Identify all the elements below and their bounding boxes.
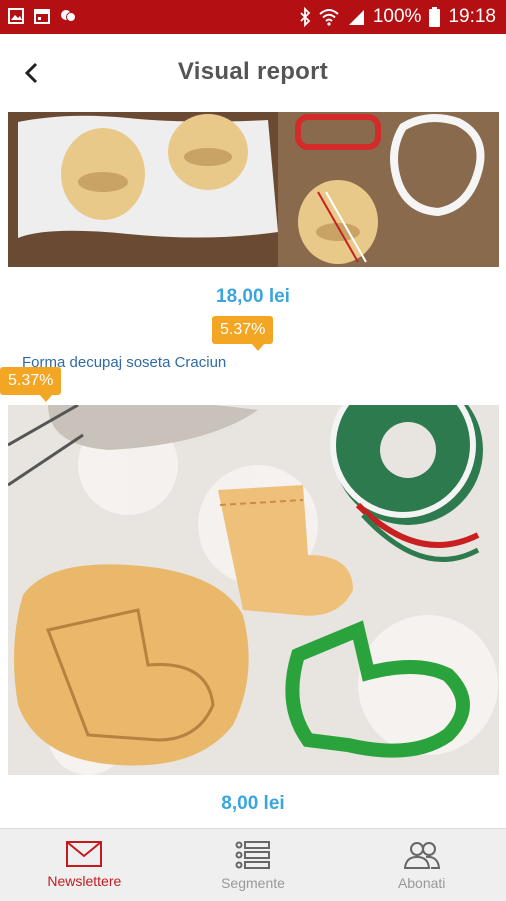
bottom-navigation: Newslettere Segmente Abonati [0, 828, 506, 901]
app-bar: Visual report [0, 34, 506, 112]
gallery-icon [8, 8, 24, 24]
users-icon [403, 842, 440, 869]
envelope-icon [66, 841, 103, 867]
calendar-icon [34, 9, 50, 24]
signal-icon [348, 10, 364, 25]
nav-label: Segmente [221, 875, 285, 891]
product-image[interactable] [8, 405, 499, 775]
nav-segmente[interactable]: Segmente [169, 829, 338, 901]
nav-newslettere[interactable]: Newslettere [0, 829, 169, 901]
chat-icon [61, 10, 76, 22]
page-title: Visual report [177, 58, 329, 85]
product-price: 18,00 lei [216, 286, 290, 307]
battery-percent: 100% [372, 6, 422, 27]
nav-abonati[interactable]: Abonati [337, 829, 506, 901]
product-price: 8,00 lei [221, 793, 285, 814]
wifi-icon [319, 9, 339, 26]
product-image[interactable] [8, 112, 499, 267]
bluetooth-icon [300, 7, 311, 27]
click-rate-badge: 5.37% [212, 316, 274, 351]
clock: 19:18 [448, 6, 496, 27]
nav-label: Newslettere [47, 873, 122, 889]
list-icon [235, 841, 270, 869]
nav-label: Abonati [397, 875, 446, 891]
status-bar: 100% 19:18 [0, 0, 506, 34]
click-rate-badge: 5.37% [0, 367, 62, 402]
battery-icon [429, 7, 441, 27]
